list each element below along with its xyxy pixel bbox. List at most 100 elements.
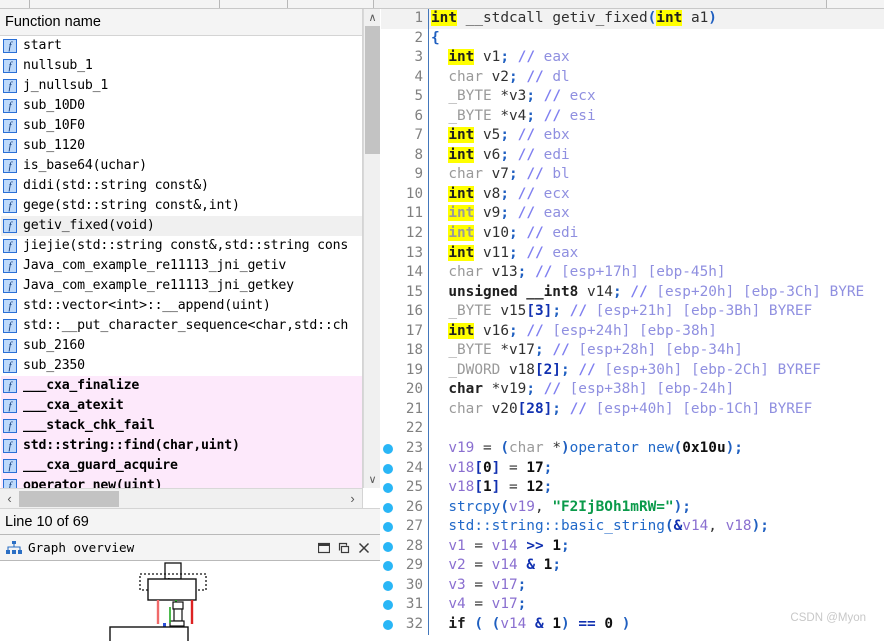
pseudocode-line[interactable]: 22 [381,419,884,440]
toolbar-segment[interactable] [0,0,30,8]
pseudocode-line[interactable]: 16 _BYTE v15[3]; // [esp+21h] [ebp-3Bh] … [381,302,884,322]
pseudocode-line[interactable]: 11 int v9; // eax [381,204,884,225]
code-token: [2] [534,361,561,378]
pseudocode-line[interactable]: 17 int v16; // [esp+24h] [ebp-38h] [381,321,884,342]
horizontal-scrollbar-thumb[interactable] [19,491,119,507]
pseudocode-line-text: char v2; // dl [431,68,569,88]
pseudocode-line[interactable]: 29 v2 = v14 & 1; [381,556,884,576]
function-list-item[interactable]: f sub_2350 [1,356,362,376]
function-list-item[interactable]: f j_nullsub_1 [1,76,362,96]
pseudocode-view[interactable]: 1 int __stdcall getiv_fixed(int a1) 2{3 in… [381,9,884,641]
code-token: "F2IjBOh1mRW=" [552,498,674,515]
code-token: ; [500,127,509,144]
function-list-item[interactable]: f is_base64(uchar) [1,156,362,176]
function-list-item[interactable]: f std::__put_character_sequence<char,std:… [1,316,362,336]
function-list-item[interactable]: f Java_com_example_re11113_jni_getkey [1,276,362,296]
vertical-scrollbar-thumb[interactable] [365,26,380,154]
pseudocode-line[interactable]: 8 int v6; // edi [381,145,884,166]
code-token: ; [534,342,544,359]
pseudocode-line[interactable]: 1 int __stdcall getiv_fixed(int a1) [381,9,884,29]
pseudocode-line[interactable]: 5 _BYTE *v3; // ecx [381,87,884,107]
function-list-item[interactable]: f operator new(uint) [1,476,362,488]
function-list-item[interactable]: f jiejie(std::string const&,std::string c… [1,236,362,256]
close-icon[interactable] [354,538,374,558]
function-list-item[interactable]: f nullsub_1 [1,56,362,76]
pseudocode-line[interactable]: 4 char v2; // dl [381,67,884,88]
pseudocode-line[interactable]: 19 _DWORD v18[2]; // [esp+30h] [ebp-2Ch]… [381,360,884,381]
pseudocode-line[interactable]: 24 v18[0] = 17; [381,458,884,479]
pseudocode-line[interactable]: 2{ [381,28,884,49]
function-list-item[interactable]: f std::string::find(char,uint) [1,436,362,456]
pseudocode-line[interactable]: 10 int v8; // ecx [381,184,884,205]
function-list-item[interactable]: f gege(std::string const&,int) [1,196,362,216]
code-token: // [517,49,535,66]
function-list-item[interactable]: f didi(std::string const&) [1,176,362,196]
pseudocode-line[interactable]: 28 v1 = v14 >> 1; [381,536,884,557]
pseudocode-line[interactable]: 27 std::string::basic_string(&v14, v18); [381,517,884,537]
status-bar: Line 10 of 69 [0,508,380,535]
pseudocode-line[interactable]: 15 unsigned __int8 v14; // [esp+20h] [eb… [381,282,884,303]
pseudocode-line[interactable]: 7 int v5; // ebx [381,126,884,146]
function-list-horizontal-scrollbar[interactable]: ‹ › [0,488,363,508]
code-token: getiv_fixed [552,10,648,26]
scroll-up-icon[interactable]: ∧ [364,9,381,26]
pseudocode-line[interactable]: 18 _BYTE *v17; // [esp+28h] [ebp-34h] [381,341,884,361]
pseudocode-line[interactable]: 21 char v20[28]; // [esp+40h] [ebp-1Ch] … [381,399,884,420]
code-token: == [578,615,596,632]
function-list-item-label: gege(std::string const&,int) [23,198,240,214]
pseudocode-line[interactable]: 3 int v1; // eax [381,48,884,68]
function-list-item[interactable]: f ___cxa_atexit [1,396,362,416]
pseudocode-line[interactable]: 9 char v7; // bl [381,165,884,185]
function-list-item[interactable]: f std::vector<int>::__append(uint) [1,296,362,316]
function-list-item[interactable]: f sub_10D0 [1,96,362,116]
restore-icon[interactable] [314,538,334,558]
scroll-down-icon[interactable]: ∨ [364,471,381,488]
code-token: v15 [491,303,527,320]
function-list-item[interactable]: f sub_2160 [1,336,362,356]
gutter-divider [428,263,429,283]
pseudocode-line[interactable]: 23 v19 = (char *)operator new(0x10u); [381,439,884,459]
pseudocode-line[interactable]: 14 char v13; // [esp+17h] [ebp-45h] [381,263,884,283]
pseudocode-line[interactable]: 20 char *v19; // [esp+38h] [ebp-24h] [381,380,884,400]
scroll-right-icon[interactable]: › [343,489,362,508]
toolbar-segment[interactable] [220,0,288,8]
toolbar-segment[interactable] [30,0,220,8]
pseudocode-line[interactable]: 30 v3 = v17; [381,575,884,596]
function-list-item[interactable]: f sub_10F0 [1,116,362,136]
scroll-left-icon[interactable]: ‹ [0,489,19,508]
code-token: v14 [500,615,527,632]
pseudocode-line[interactable]: 6 _BYTE *v4; // esi [381,106,884,127]
code-token: ; [682,498,691,515]
pseudocode-line[interactable]: 12 int v10; // edi [381,224,884,244]
graph-overview-icon [6,540,22,555]
function-list-item[interactable]: f Java_com_example_re11113_jni_getiv [1,256,362,276]
pseudocode-line[interactable]: 25 v18[1] = 12; [381,478,884,498]
function-list-item[interactable]: f ___stack_chk_fail [1,416,362,436]
function-list-item[interactable]: f getiv_fixed(void) [1,216,362,236]
gutter-divider [428,243,429,264]
function-list-item[interactable]: f start [1,36,362,56]
pseudocode-tab[interactable] [826,0,884,8]
toolbar-segment[interactable] [288,0,374,8]
code-token: [esp+30h] [ebp-2Ch] BYREF [595,361,821,378]
code-token: v11 [474,244,509,261]
functions-column-header[interactable]: Function name [0,9,363,36]
pseudocode-line[interactable]: 13 int v11; // eax [381,243,884,264]
function-list-item[interactable]: f sub_1120 [1,136,362,156]
undock-icon[interactable] [334,538,354,558]
pseudocode-line[interactable]: 26 strcpy(v19, "F2IjBOh1mRW="); [381,497,884,518]
function-list[interactable]: f start f nullsub_1 f j_nullsub_1 f sub_10D0 f su… [1,36,363,488]
graph-overview-canvas[interactable] [0,561,380,641]
function-list-item[interactable]: f ___cxa_guard_acquire [1,456,362,476]
line-number: 10 [405,185,423,202]
function-list-vertical-scrollbar[interactable]: ∧ ∨ [363,9,380,488]
function-list-item[interactable]: f ___cxa_finalize [1,376,362,396]
code-token: // [543,88,561,105]
pseudocode-line-text: v3 = v17; [431,576,526,596]
